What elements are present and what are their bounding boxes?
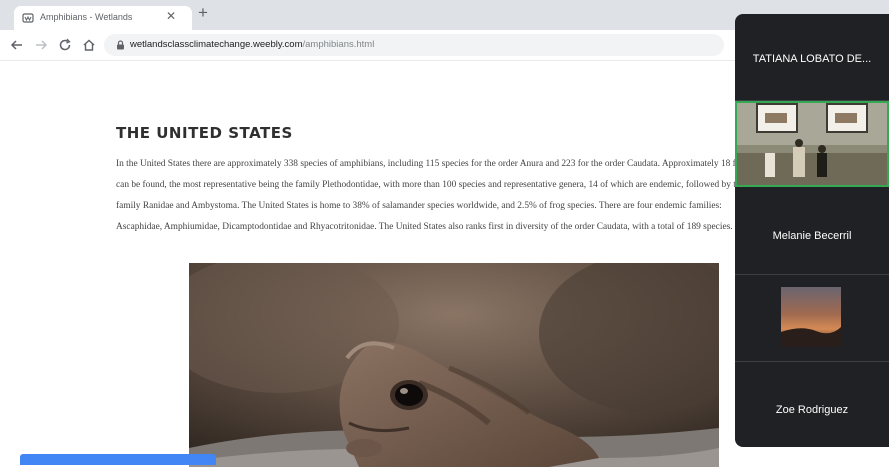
reload-icon[interactable] <box>58 38 72 52</box>
taskbar-button[interactable] <box>20 454 216 465</box>
participant-tile[interactable]: TATIANA LOBATO DE... <box>735 14 889 101</box>
participant-name: Melanie Becerril <box>772 230 852 242</box>
forward-icon[interactable] <box>34 38 48 52</box>
url-host: wetlandsclassclimatechange.weebly.com <box>130 39 303 50</box>
url-text: wetlandsclassclimatechange.weebly.com/am… <box>130 39 374 50</box>
lock-icon <box>117 40 124 50</box>
home-icon[interactable] <box>82 38 96 52</box>
tab-close-icon[interactable]: ✕ <box>166 9 176 23</box>
weebly-favicon-icon <box>22 13 34 23</box>
article-paragraph: In the United States there are approxima… <box>116 159 763 232</box>
frog-image <box>189 263 719 467</box>
participant-name: TATIANA LOBATO DE... <box>752 53 872 65</box>
participant-name: Zoe Rodriguez <box>775 404 849 416</box>
tab-title: Amphibians - Wetlands <box>40 12 133 22</box>
classroom-video-feed <box>735 101 889 187</box>
section-heading: THE UNITED STATES <box>116 124 293 142</box>
participant-tile[interactable]: Melanie Becerril <box>735 188 889 275</box>
participant-tile[interactable] <box>735 275 889 362</box>
participant-tile[interactable] <box>735 101 889 187</box>
url-path: /amphibians.html <box>302 39 375 50</box>
new-tab-icon[interactable]: + <box>198 3 208 23</box>
address-bar[interactable]: wetlandsclassclimatechange.weebly.com/am… <box>104 34 724 56</box>
meet-participant-panel: TATIANA LOBATO DE... Melanie Becerril Zo… <box>735 14 889 447</box>
participant-tile[interactable]: Zoe Rodriguez <box>735 362 889 447</box>
back-icon[interactable] <box>10 38 24 52</box>
browser-tab[interactable]: Amphibians - Wetlands ✕ <box>14 6 192 30</box>
participant-avatar <box>781 287 841 347</box>
frog-photo <box>189 263 719 467</box>
